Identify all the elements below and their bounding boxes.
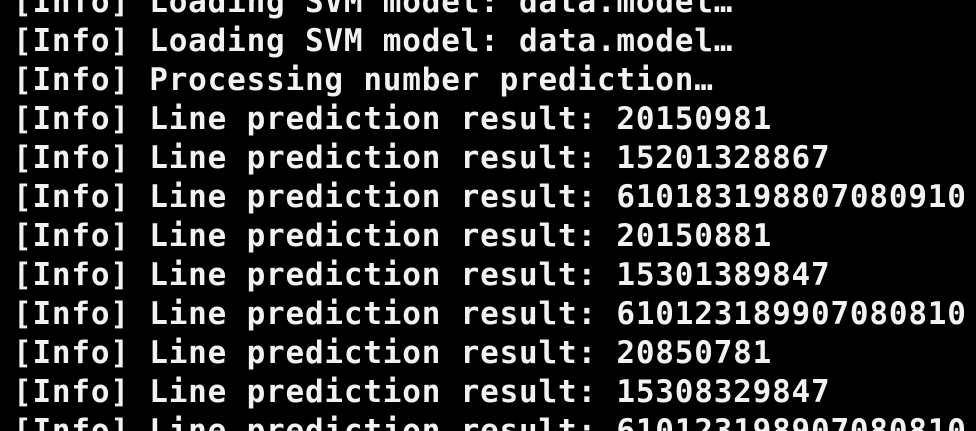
terminal-line: [Info] Line prediction result: 610183198… xyxy=(13,179,967,215)
terminal-output: [Info] Loading SVM model: data.model… [I… xyxy=(13,0,967,431)
terminal-line: [Info] Processing number prediction… xyxy=(13,62,714,98)
terminal-line: [Info] Loading SVM model: data.model… xyxy=(13,23,734,59)
terminal-line: [Info] Line prediction result: 20150981 xyxy=(13,101,773,137)
terminal-line: [Info] Line prediction result: 20850781 xyxy=(13,335,773,371)
terminal-line: [Info] Line prediction result: 153013898… xyxy=(13,257,831,293)
terminal-line: [Info] Line prediction result: 610123198… xyxy=(13,413,967,431)
terminal-window[interactable]: [Info] Loading SVM model: data.model… [I… xyxy=(0,0,976,431)
terminal-line: [Info] Line prediction result: 20150881 xyxy=(13,218,773,254)
terminal-line: [Info] Line prediction result: 152013288… xyxy=(13,140,831,176)
terminal-line: [Info] Line prediction result: 153083298… xyxy=(13,374,831,410)
terminal-line: [Info] Line prediction result: 610123189… xyxy=(13,296,967,332)
terminal-line: [Info] Loading SVM model: data.model… xyxy=(13,0,734,20)
